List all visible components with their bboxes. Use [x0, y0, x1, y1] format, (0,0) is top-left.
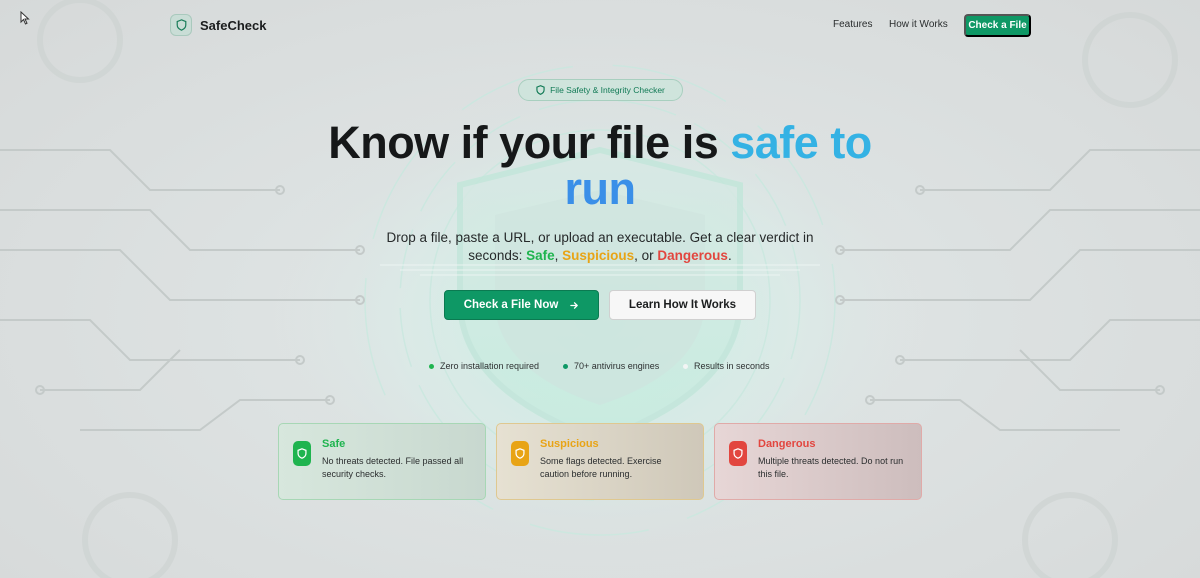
hero-badge-label: File Safety & Integrity Checker	[550, 85, 665, 95]
subtitle-sep-2: , or	[634, 248, 658, 263]
feature-item: 70+ antivirus engines	[563, 361, 659, 371]
subtitle-sep-1: ,	[554, 248, 563, 263]
shield-icon	[729, 441, 747, 466]
verdict-card-description: Multiple threats detected. Do not run th…	[758, 456, 904, 479]
headline-accent-1: safe to	[730, 117, 872, 168]
feature-label: Results in seconds	[694, 361, 770, 371]
feature-item: Results in seconds	[683, 361, 770, 371]
verdict-suspicious-text: Suspicious	[562, 248, 635, 263]
shield-icon	[293, 441, 311, 466]
verdict-safe-text: Safe	[526, 248, 555, 263]
status-dot	[683, 363, 688, 369]
verdict-card-description: No threats detected. File passed all sec…	[322, 456, 464, 479]
nav-check-file-button[interactable]: Check a File	[964, 14, 1031, 37]
learn-how-it-works-button[interactable]: Learn How It Works	[609, 290, 756, 320]
status-dot	[563, 363, 568, 369]
hero-headline: Know if your file is safe to run	[300, 120, 900, 212]
verdict-card-title: Suspicious	[540, 438, 599, 450]
headline-accent-2: run	[564, 163, 637, 214]
verdict-card-dangerous: Dangerous Multiple threats detected. Do …	[714, 423, 922, 500]
verdict-card-title: Safe	[322, 438, 346, 450]
brand-name: SafeCheck	[200, 17, 267, 33]
verdict-card-description: Some flags detected. Exercise caution be…	[540, 456, 662, 479]
check-file-now-button[interactable]: Check a File Now	[444, 290, 599, 320]
feature-label: 70+ antivirus engines	[574, 361, 660, 371]
shield-icon	[170, 14, 192, 36]
hero-badge: File Safety & Integrity Checker	[518, 79, 683, 101]
nav-link-features[interactable]: Features	[833, 19, 872, 30]
verdict-dangerous-text: Dangerous	[657, 248, 728, 263]
nav-link-how-it-works[interactable]: How it Works	[889, 19, 948, 30]
feature-label: Zero installation required	[440, 361, 540, 371]
shield-icon	[536, 85, 545, 95]
verdict-card-title: Dangerous	[758, 438, 816, 450]
verdict-card-suspicious: Suspicious Some flags detected. Exercise…	[496, 423, 704, 500]
brand-logo[interactable]: SafeCheck	[170, 14, 266, 36]
status-dot	[429, 363, 434, 369]
verdict-card-safe: Safe No threats detected. File passed al…	[278, 423, 486, 500]
shield-icon	[511, 441, 529, 466]
check-file-now-label: Check a File Now	[463, 299, 559, 311]
subtitle-end: .	[727, 248, 732, 263]
headline-plain: Know if your file is	[328, 117, 731, 168]
top-navigation: SafeCheck Features How it Works Check a …	[0, 0, 1200, 50]
feature-item: Zero installation required	[429, 361, 539, 371]
hero-subtitle: Drop a file, paste a URL, or upload an e…	[360, 229, 840, 265]
arrow-right-icon	[570, 301, 579, 310]
